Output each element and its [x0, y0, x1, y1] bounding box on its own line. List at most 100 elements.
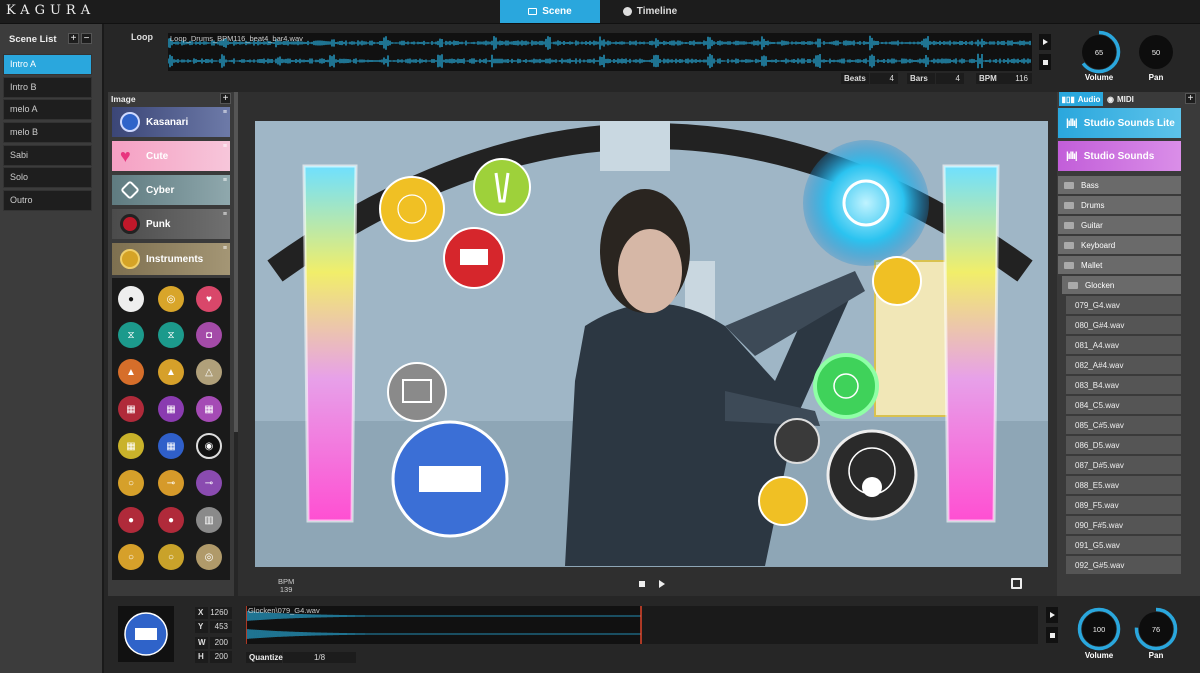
- keyboard-icon[interactable]: ▦: [158, 433, 184, 459]
- hourglass-icon[interactable]: ⧖: [158, 322, 184, 348]
- wav-file-item[interactable]: 092_G#5.wav: [1066, 556, 1181, 575]
- pad-icon[interactable]: ○: [118, 470, 144, 496]
- bars-field[interactable]: 4: [936, 73, 964, 84]
- yellow-pad[interactable]: [758, 476, 808, 526]
- folder-bass[interactable]: Bass: [1058, 176, 1181, 195]
- heart-pad-icon[interactable]: ♥: [196, 286, 222, 312]
- keyboard-icon[interactable]: ▦: [158, 396, 184, 422]
- wav-file-item[interactable]: 084_C5.wav: [1066, 396, 1181, 415]
- loop-stop-button[interactable]: [1039, 54, 1051, 70]
- quantize-select[interactable]: 1/8: [283, 652, 356, 663]
- triangle-icon[interactable]: ▲: [118, 359, 144, 385]
- keyboard-icon[interactable]: ▦: [118, 433, 144, 459]
- stage-stop-button[interactable]: [639, 581, 645, 587]
- pad-icon[interactable]: ○: [118, 544, 144, 570]
- add-scene-button[interactable]: +: [68, 33, 79, 44]
- menu-icon[interactable]: ≡: [223, 211, 227, 218]
- scene-item[interactable]: Outro: [3, 190, 92, 211]
- chimes-icon[interactable]: ▥: [196, 507, 222, 533]
- wav-file-item[interactable]: 089_F5.wav: [1066, 496, 1181, 515]
- drum-icon[interactable]: ●: [158, 507, 184, 533]
- library-studio-sounds-lite[interactable]: |ıllı| Studio Sounds Lite: [1058, 108, 1181, 138]
- x-field[interactable]: 1260: [210, 607, 232, 619]
- keyboard-icon[interactable]: ▦: [118, 396, 144, 422]
- clip-waveform[interactable]: [246, 606, 1038, 644]
- stage-play-button[interactable]: [659, 580, 665, 588]
- scene-item[interactable]: melo A: [3, 99, 92, 120]
- folder-keyboard[interactable]: Keyboard: [1058, 236, 1181, 255]
- image-card-cute[interactable]: ♥ Cute ≡: [112, 141, 230, 171]
- bag-icon[interactable]: ◘: [196, 322, 222, 348]
- joystick-handle[interactable]: [862, 477, 882, 497]
- folder-guitar[interactable]: Guitar: [1058, 216, 1181, 235]
- cymbal-icon[interactable]: ◎: [158, 286, 184, 312]
- wav-file-item[interactable]: 083_B4.wav: [1066, 376, 1181, 395]
- yellow-pad[interactable]: [379, 176, 445, 242]
- wav-file-item[interactable]: 088_E5.wav: [1066, 476, 1181, 495]
- menu-icon[interactable]: ≡: [223, 109, 227, 116]
- wav-file-item[interactable]: 079_G4.wav: [1066, 296, 1181, 315]
- clip-stop-button[interactable]: [1046, 627, 1058, 643]
- w-field[interactable]: 200: [210, 637, 232, 649]
- loop-volume-knob[interactable]: 65: [1077, 30, 1121, 74]
- folder-glocken[interactable]: Glocken: [1062, 276, 1181, 295]
- hourglass-icon[interactable]: ⧖: [118, 322, 144, 348]
- image-card-punk[interactable]: Punk ≡: [112, 209, 230, 239]
- horn-icon[interactable]: ⊸: [196, 470, 222, 496]
- h-field[interactable]: 200: [210, 651, 232, 663]
- wav-file-item[interactable]: 086_D5.wav: [1066, 436, 1181, 455]
- glowing-cyan-pad[interactable]: [803, 140, 929, 266]
- remove-scene-button[interactable]: −: [81, 33, 92, 44]
- tab-timeline[interactable]: Timeline: [600, 0, 700, 23]
- wav-file-item[interactable]: 080_G#4.wav: [1066, 316, 1181, 335]
- tab-audio[interactable]: ▮▯▮ Audio: [1059, 92, 1103, 106]
- menu-icon[interactable]: ≡: [223, 245, 227, 252]
- menu-icon[interactable]: ≡: [223, 177, 227, 184]
- folder-mallet[interactable]: Mallet: [1058, 256, 1181, 275]
- keyboard-icon[interactable]: ▦: [196, 396, 222, 422]
- scene-item[interactable]: Intro A: [3, 54, 92, 75]
- wav-file-item[interactable]: 081_A4.wav: [1066, 336, 1181, 355]
- tab-scene[interactable]: Scene: [500, 0, 600, 23]
- pad-icon[interactable]: ○: [158, 544, 184, 570]
- folder-drums[interactable]: Drums: [1058, 196, 1181, 215]
- triangle-icon[interactable]: ▲: [158, 359, 184, 385]
- wav-file-item[interactable]: 090_F#5.wav: [1066, 516, 1181, 535]
- wav-file-item[interactable]: 085_C#5.wav: [1066, 416, 1181, 435]
- grey-pad[interactable]: [774, 418, 820, 464]
- clip-play-button[interactable]: [1046, 607, 1058, 623]
- trumpet-icon[interactable]: ⊸: [158, 470, 184, 496]
- bpm-field[interactable]: 116: [1004, 73, 1032, 84]
- image-card-cyber[interactable]: Cyber ≡: [112, 175, 230, 205]
- y-field[interactable]: 453: [210, 621, 232, 633]
- yellow-pad[interactable]: [872, 256, 922, 306]
- scene-item[interactable]: Sabi: [3, 145, 92, 166]
- scene-item[interactable]: Intro B: [3, 77, 92, 98]
- tab-midi[interactable]: ◉ MIDI: [1107, 92, 1151, 106]
- triangle-icon[interactable]: △: [196, 359, 222, 385]
- fullscreen-icon[interactable]: [1011, 578, 1022, 589]
- loop-pan-knob[interactable]: 50: [1134, 30, 1178, 74]
- wav-file-item[interactable]: 091_G5.wav: [1066, 536, 1181, 555]
- menu-icon[interactable]: ≡: [223, 143, 227, 150]
- beats-field[interactable]: 4: [870, 73, 898, 84]
- wav-file-item[interactable]: 087_D#5.wav: [1066, 456, 1181, 475]
- wav-file-item[interactable]: 082_A#4.wav: [1066, 356, 1181, 375]
- camera-stage[interactable]: [255, 121, 1048, 567]
- pad-icon[interactable]: ◎: [196, 544, 222, 570]
- image-card-kasanari[interactable]: Kasanari ≡: [112, 107, 230, 137]
- image-card-instruments[interactable]: Instruments ≡: [112, 243, 230, 275]
- scene-item[interactable]: Solo: [3, 167, 92, 188]
- add-sound-button[interactable]: +: [1185, 93, 1196, 104]
- green-pad[interactable]: [813, 353, 879, 419]
- record-icon[interactable]: ◉: [196, 433, 222, 459]
- xy-joystick-pad[interactable]: [826, 429, 918, 521]
- chimes-pad[interactable]: [387, 362, 447, 422]
- clip-volume-knob[interactable]: 100: [1077, 607, 1121, 651]
- drum-icon[interactable]: ●: [118, 507, 144, 533]
- bomb-icon[interactable]: ●: [118, 286, 144, 312]
- scene-item[interactable]: melo B: [3, 122, 92, 143]
- loop-play-button[interactable]: [1039, 34, 1051, 50]
- add-image-button[interactable]: +: [220, 93, 231, 104]
- library-studio-sounds[interactable]: |ıllı| Studio Sounds: [1058, 141, 1181, 171]
